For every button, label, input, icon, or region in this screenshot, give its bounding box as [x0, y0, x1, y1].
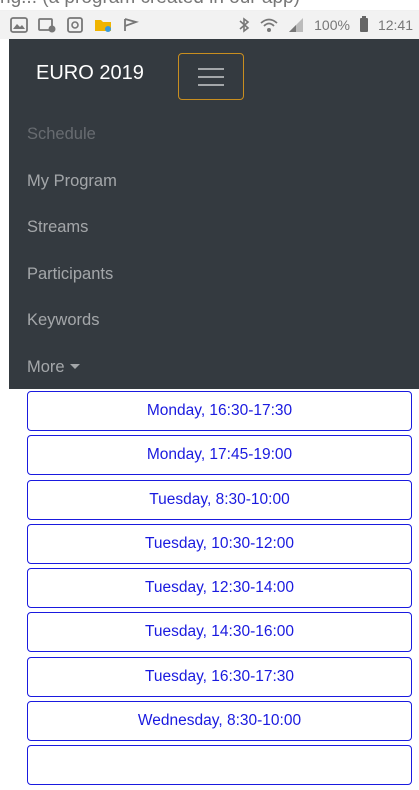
- gallery-icon: [10, 17, 28, 33]
- nav-item-keywords[interactable]: Keywords: [27, 297, 117, 344]
- session-button[interactable]: Tuesday, 10:30-12:00: [27, 523, 412, 564]
- session-button[interactable]: Monday, 16:30-17:30: [27, 391, 412, 431]
- nav-item-streams[interactable]: Streams: [27, 204, 117, 251]
- battery-percent: 100%: [314, 17, 350, 33]
- session-label: Tuesday, 12:30-14:00: [144, 579, 295, 597]
- session-button[interactable]: [27, 745, 412, 786]
- navbar: EURO 2019 Schedule My Program Streams Pa…: [9, 39, 419, 389]
- nav-item-schedule[interactable]: Schedule: [27, 111, 117, 158]
- cast-icon: [66, 17, 84, 33]
- nav-item-more-dropdown[interactable]: More: [27, 344, 117, 391]
- cut-heading-text: ng... (a program created in our app): [0, 0, 300, 9]
- session-label: Wednesday, 8:30-10:00: [137, 712, 302, 730]
- session-button[interactable]: Tuesday, 12:30-14:00: [27, 568, 412, 609]
- session-button[interactable]: Tuesday, 14:30-16:00: [27, 612, 412, 653]
- session-label: Tuesday, 14:30-16:00: [144, 623, 295, 641]
- session-button[interactable]: Monday, 17:45-19:00: [27, 435, 412, 476]
- caret-down-icon: [69, 364, 80, 370]
- session-label: Monday, 17:45-19:00: [146, 446, 293, 464]
- page-top-strip: ng... (a program created in our app): [0, 0, 419, 11]
- signal-icon: [288, 17, 304, 33]
- nav-item-label: Schedule: [27, 125, 96, 143]
- session-button[interactable]: Tuesday, 8:30-10:00: [27, 479, 412, 520]
- status-left-icons: [10, 17, 140, 33]
- session-label: Monday, 16:30-17:30: [146, 402, 293, 419]
- image-icon: [38, 17, 56, 33]
- brand-title[interactable]: EURO 2019: [36, 62, 144, 85]
- session-label: Tuesday, 16:30-17:30: [144, 667, 295, 685]
- status-bar: 100% 12:41: [0, 11, 419, 39]
- session-button[interactable]: Tuesday, 16:30-17:30: [27, 656, 412, 697]
- status-right-icons: 100% 12:41: [238, 16, 413, 33]
- nav-item-label: Streams: [27, 218, 89, 237]
- session-label: Tuesday, 10:30-12:00: [144, 534, 295, 552]
- nav-item-label: Participants: [27, 264, 114, 283]
- menu-toggle-button[interactable]: [178, 53, 244, 100]
- battery-icon: [359, 16, 368, 32]
- hamburger-icon: [198, 67, 224, 86]
- bluetooth-icon: [238, 17, 250, 33]
- wifi-icon: [260, 17, 278, 33]
- nav-item-label: My Program: [27, 171, 117, 190]
- clock-time: 12:41: [377, 17, 413, 33]
- nav-menu: Schedule My Program Streams Participants…: [27, 111, 117, 391]
- nav-item-label: Keywords: [27, 311, 100, 330]
- session-button[interactable]: Wednesday, 8:30-10:00: [27, 701, 412, 742]
- nav-item-my-program[interactable]: My Program: [27, 158, 117, 205]
- nav-item-label: More: [27, 357, 65, 376]
- session-label: Tuesday, 8:30-10:00: [149, 490, 290, 508]
- nav-item-participants[interactable]: Participants: [27, 251, 117, 298]
- flag-icon: [122, 17, 140, 33]
- session-list: Monday, 16:30-17:30 Monday, 17:45-19:00 …: [27, 391, 412, 790]
- folder-icon: [94, 17, 112, 33]
